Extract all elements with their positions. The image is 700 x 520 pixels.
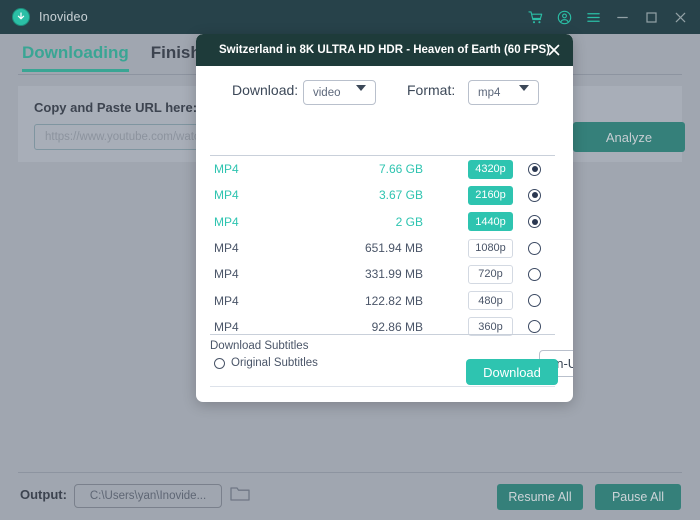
chevron-down-icon	[519, 85, 529, 103]
row-format: MP4	[214, 162, 239, 177]
output-path-field[interactable]: C:\Users\yan\Inovide...	[74, 484, 222, 508]
quality-row[interactable]: MP4 7.66 GB 4320p	[196, 156, 573, 182]
quality-list[interactable]: MP4 7.66 GB 4320p MP4 3.67 GB 2160p MP4 2 GB 144…	[196, 156, 573, 336]
row-size: 7.66 GB	[378, 162, 423, 177]
row-format: MP4	[214, 319, 239, 334]
row-radio-icon[interactable]	[528, 294, 541, 308]
radio-dot	[531, 166, 538, 173]
quality-row[interactable]: MP4 92.86 MB 360p	[196, 314, 573, 336]
title-bar: Inovideo	[0, 0, 700, 34]
bottom-bar: Output: C:\Users\yan\Inovide... Resume A…	[0, 473, 700, 520]
format-select[interactable]: mp4	[468, 80, 539, 105]
row-size: 3.67 GB	[378, 188, 423, 203]
resume-all-button[interactable]: Resume All	[497, 484, 583, 510]
quality-row[interactable]: MP4 331.99 MB 720p	[196, 261, 573, 287]
row-size: 2 GB	[395, 214, 423, 229]
radio-dot	[531, 192, 538, 199]
radio-icon[interactable]	[214, 357, 225, 369]
row-radio-icon[interactable]	[528, 215, 541, 229]
subtitles-title: Download Subtitles	[210, 340, 309, 352]
app-title: Inovideo	[39, 10, 88, 24]
quality-row[interactable]: MP4 651.94 MB 1080p	[196, 235, 573, 261]
row-quality-badge: 1080p	[468, 238, 513, 258]
output-label: Output:	[20, 487, 67, 502]
row-size: 651.94 MB	[364, 241, 423, 256]
download-button[interactable]: Download	[466, 359, 558, 385]
maximize-icon[interactable]	[644, 10, 659, 25]
download-type-select[interactable]: video	[303, 80, 376, 105]
analyze-button[interactable]: Analyze	[573, 122, 685, 152]
row-format: MP4	[214, 267, 239, 282]
row-format: MP4	[214, 241, 239, 256]
download-type-label: Download:	[232, 82, 299, 98]
row-quality-badge: 4320p	[468, 159, 513, 179]
dialog-footer-divider	[210, 386, 555, 387]
quality-row[interactable]: MP4 2 GB 1440p	[196, 209, 573, 235]
download-dialog: Switzerland in 8K ULTRA HD HDR - Heaven …	[196, 34, 573, 402]
row-radio-icon[interactable]	[528, 162, 541, 176]
row-radio-icon[interactable]	[528, 267, 541, 281]
list-bottom-divider	[210, 334, 555, 335]
row-size: 92.86 MB	[371, 319, 423, 334]
quality-row[interactable]: MP4 122.82 MB 480p	[196, 287, 573, 313]
row-format: MP4	[214, 293, 239, 308]
row-format: MP4	[214, 214, 239, 229]
dialog-selectors: Download: video Format: mp4	[196, 66, 573, 118]
row-size: 122.82 MB	[364, 293, 423, 308]
app-window: Inovideo Downloading Finished Copy and P…	[0, 0, 700, 520]
folder-icon[interactable]	[230, 485, 250, 503]
close-icon[interactable]	[673, 10, 688, 25]
row-quality-badge: 2160p	[468, 185, 513, 205]
chevron-down-icon	[356, 85, 366, 103]
download-type-value: video	[313, 86, 341, 99]
minimize-icon[interactable]	[615, 10, 630, 25]
url-panel-label: Copy and Paste URL here:	[34, 100, 198, 115]
format-value: mp4	[478, 86, 501, 99]
row-size: 331.99 MB	[364, 267, 423, 282]
row-quality-badge: 720p	[468, 264, 513, 284]
menu-icon[interactable]	[586, 10, 601, 25]
app-logo: Inovideo	[12, 8, 88, 26]
cart-icon[interactable]	[528, 10, 543, 25]
dialog-title: Switzerland in 8K ULTRA HD HDR - Heaven …	[219, 44, 550, 56]
row-quality-badge: 480p	[468, 291, 513, 311]
row-radio-icon[interactable]	[528, 188, 541, 202]
dialog-header: Switzerland in 8K ULTRA HD HDR - Heaven …	[196, 34, 573, 66]
quality-list-scrollbar[interactable]	[557, 156, 561, 334]
row-radio-icon[interactable]	[528, 320, 541, 334]
close-icon[interactable]	[547, 43, 561, 57]
down-arrow-icon	[17, 12, 25, 20]
row-quality-badge: 1440p	[468, 212, 513, 232]
quality-row[interactable]: MP4 3.67 GB 2160p	[196, 182, 573, 208]
radio-dot	[531, 218, 538, 225]
row-radio-icon[interactable]	[528, 241, 541, 255]
account-icon[interactable]	[557, 10, 572, 25]
window-controls	[528, 10, 688, 25]
tab-downloading[interactable]: Downloading	[22, 43, 129, 72]
original-subtitles-label: Original Subtitles	[231, 357, 318, 369]
row-format: MP4	[214, 188, 239, 203]
original-subtitles-option[interactable]: Original Subtitles	[214, 357, 318, 369]
format-label: Format:	[407, 82, 456, 98]
pause-all-button[interactable]: Pause All	[595, 484, 681, 510]
download-circle-icon	[12, 8, 30, 26]
